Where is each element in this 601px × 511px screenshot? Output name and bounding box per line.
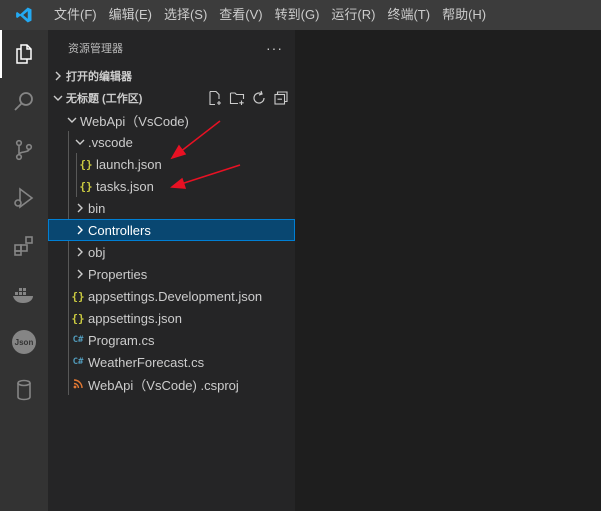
new-file-icon[interactable]: [207, 90, 223, 106]
tree-item-csproj[interactable]: WebApi（VsCode) .csproj: [48, 373, 295, 395]
menu-bar: 文件(F) 编辑(E) 选择(S) 查看(V) 转到(G) 运行(R) 终端(T…: [48, 0, 492, 30]
tree-item-label: Properties: [88, 266, 148, 282]
menu-file[interactable]: 文件(F): [48, 0, 103, 30]
menu-go[interactable]: 转到(G): [269, 0, 326, 30]
title-bar: 文件(F) 编辑(E) 选择(S) 查看(V) 转到(G) 运行(R) 终端(T…: [0, 0, 601, 30]
menu-selection[interactable]: 选择(S): [158, 0, 213, 30]
menu-run[interactable]: 运行(R): [325, 0, 381, 30]
csharp-file-icon: C#: [72, 335, 84, 345]
tree-item-label: bin: [88, 200, 106, 216]
tree-item-launch-json[interactable]: {} launch.json: [48, 153, 295, 175]
tree-item-label: appsettings.Development.json: [88, 288, 263, 304]
chevron-down-icon: [50, 87, 66, 109]
explorer-icon[interactable]: [0, 30, 48, 78]
tree-item-label: Program.cs: [88, 332, 155, 348]
menu-edit[interactable]: 编辑(E): [103, 0, 158, 30]
menu-view[interactable]: 查看(V): [213, 0, 268, 30]
json-file-icon: {}: [79, 157, 93, 171]
chevron-right-icon: [72, 197, 88, 219]
json-file-icon: {}: [79, 179, 93, 193]
open-editors-label: 打开的编辑器: [66, 71, 132, 83]
tree-item-weatherforecast-cs[interactable]: C# WeatherForecast.cs: [48, 351, 295, 373]
workspace-label: 无标题 (工作区): [66, 93, 143, 105]
refresh-icon[interactable]: [251, 90, 267, 106]
tree-item-label: tasks.json: [96, 178, 154, 194]
docker-icon[interactable]: [0, 270, 48, 318]
chevron-down-icon: [72, 131, 88, 153]
tree-item-label: obj: [88, 244, 106, 260]
file-tree: WebApi（VsCode) .vscode {} launch.json {}…: [48, 109, 295, 395]
tree-item-appsettings-json[interactable]: {} appsettings.json: [48, 307, 295, 329]
json-file-icon: {}: [71, 289, 85, 303]
tree-item-vscode-folder[interactable]: .vscode: [48, 131, 295, 153]
tree-item-label: WeatherForecast.cs: [88, 354, 205, 370]
tree-item-program-cs[interactable]: C# Program.cs: [48, 329, 295, 351]
chevron-down-icon: [64, 109, 80, 131]
vscode-logo-icon: [0, 0, 48, 30]
tree-item-obj-folder[interactable]: obj: [48, 241, 295, 263]
explorer-header: 资源管理器 ···: [48, 30, 295, 65]
chevron-right-icon: [72, 263, 88, 285]
chevron-right-icon: [50, 65, 66, 87]
chevron-right-icon: [72, 219, 88, 241]
rss-file-icon: [70, 373, 86, 395]
json-file-icon: {}: [71, 311, 85, 325]
collapse-all-icon[interactable]: [273, 90, 289, 106]
extensions-icon[interactable]: [0, 222, 48, 270]
activity-bar: Json: [0, 30, 48, 511]
tree-item-label: Controllers: [88, 222, 151, 238]
tree-item-label: appsettings.json: [88, 310, 182, 326]
menu-help[interactable]: 帮助(H): [436, 0, 492, 30]
tree-item-tasks-json[interactable]: {} tasks.json: [48, 175, 295, 197]
open-editors-section[interactable]: 打开的编辑器: [48, 65, 295, 87]
tree-item-label: WebApi（VsCode) .csproj: [88, 377, 239, 393]
tree-item-properties-folder[interactable]: Properties: [48, 263, 295, 285]
more-actions-button[interactable]: ···: [266, 40, 283, 56]
tree-item-label: WebApi（VsCode): [80, 113, 189, 129]
tree-item-appsettings-development-json[interactable]: {} appsettings.Development.json: [48, 285, 295, 307]
csharp-file-icon: C#: [72, 357, 84, 367]
json-tool-icon[interactable]: Json: [0, 318, 48, 366]
menu-terminal[interactable]: 终端(T): [381, 0, 436, 30]
database-icon[interactable]: [0, 366, 48, 414]
run-debug-icon[interactable]: [0, 174, 48, 222]
tree-item-webapi-root[interactable]: WebApi（VsCode): [48, 109, 295, 131]
search-icon[interactable]: [0, 78, 48, 126]
svg-text:Json: Json: [15, 338, 34, 347]
workspace-section[interactable]: 无标题 (工作区): [48, 87, 295, 109]
new-folder-icon[interactable]: [229, 90, 245, 106]
tree-item-bin-folder[interactable]: bin: [48, 197, 295, 219]
tree-item-label: .vscode: [88, 134, 133, 150]
tree-item-controllers-folder[interactable]: Controllers: [48, 219, 295, 241]
explorer-sidebar: 资源管理器 ··· 打开的编辑器 无标题 (工作区) WebApi（VsCode…: [48, 30, 295, 511]
source-control-icon[interactable]: [0, 126, 48, 174]
editor-area[interactable]: [295, 30, 601, 511]
explorer-title: 资源管理器: [68, 42, 123, 55]
workspace-actions: [207, 87, 289, 109]
tree-item-label: launch.json: [96, 156, 162, 172]
chevron-right-icon: [72, 241, 88, 263]
